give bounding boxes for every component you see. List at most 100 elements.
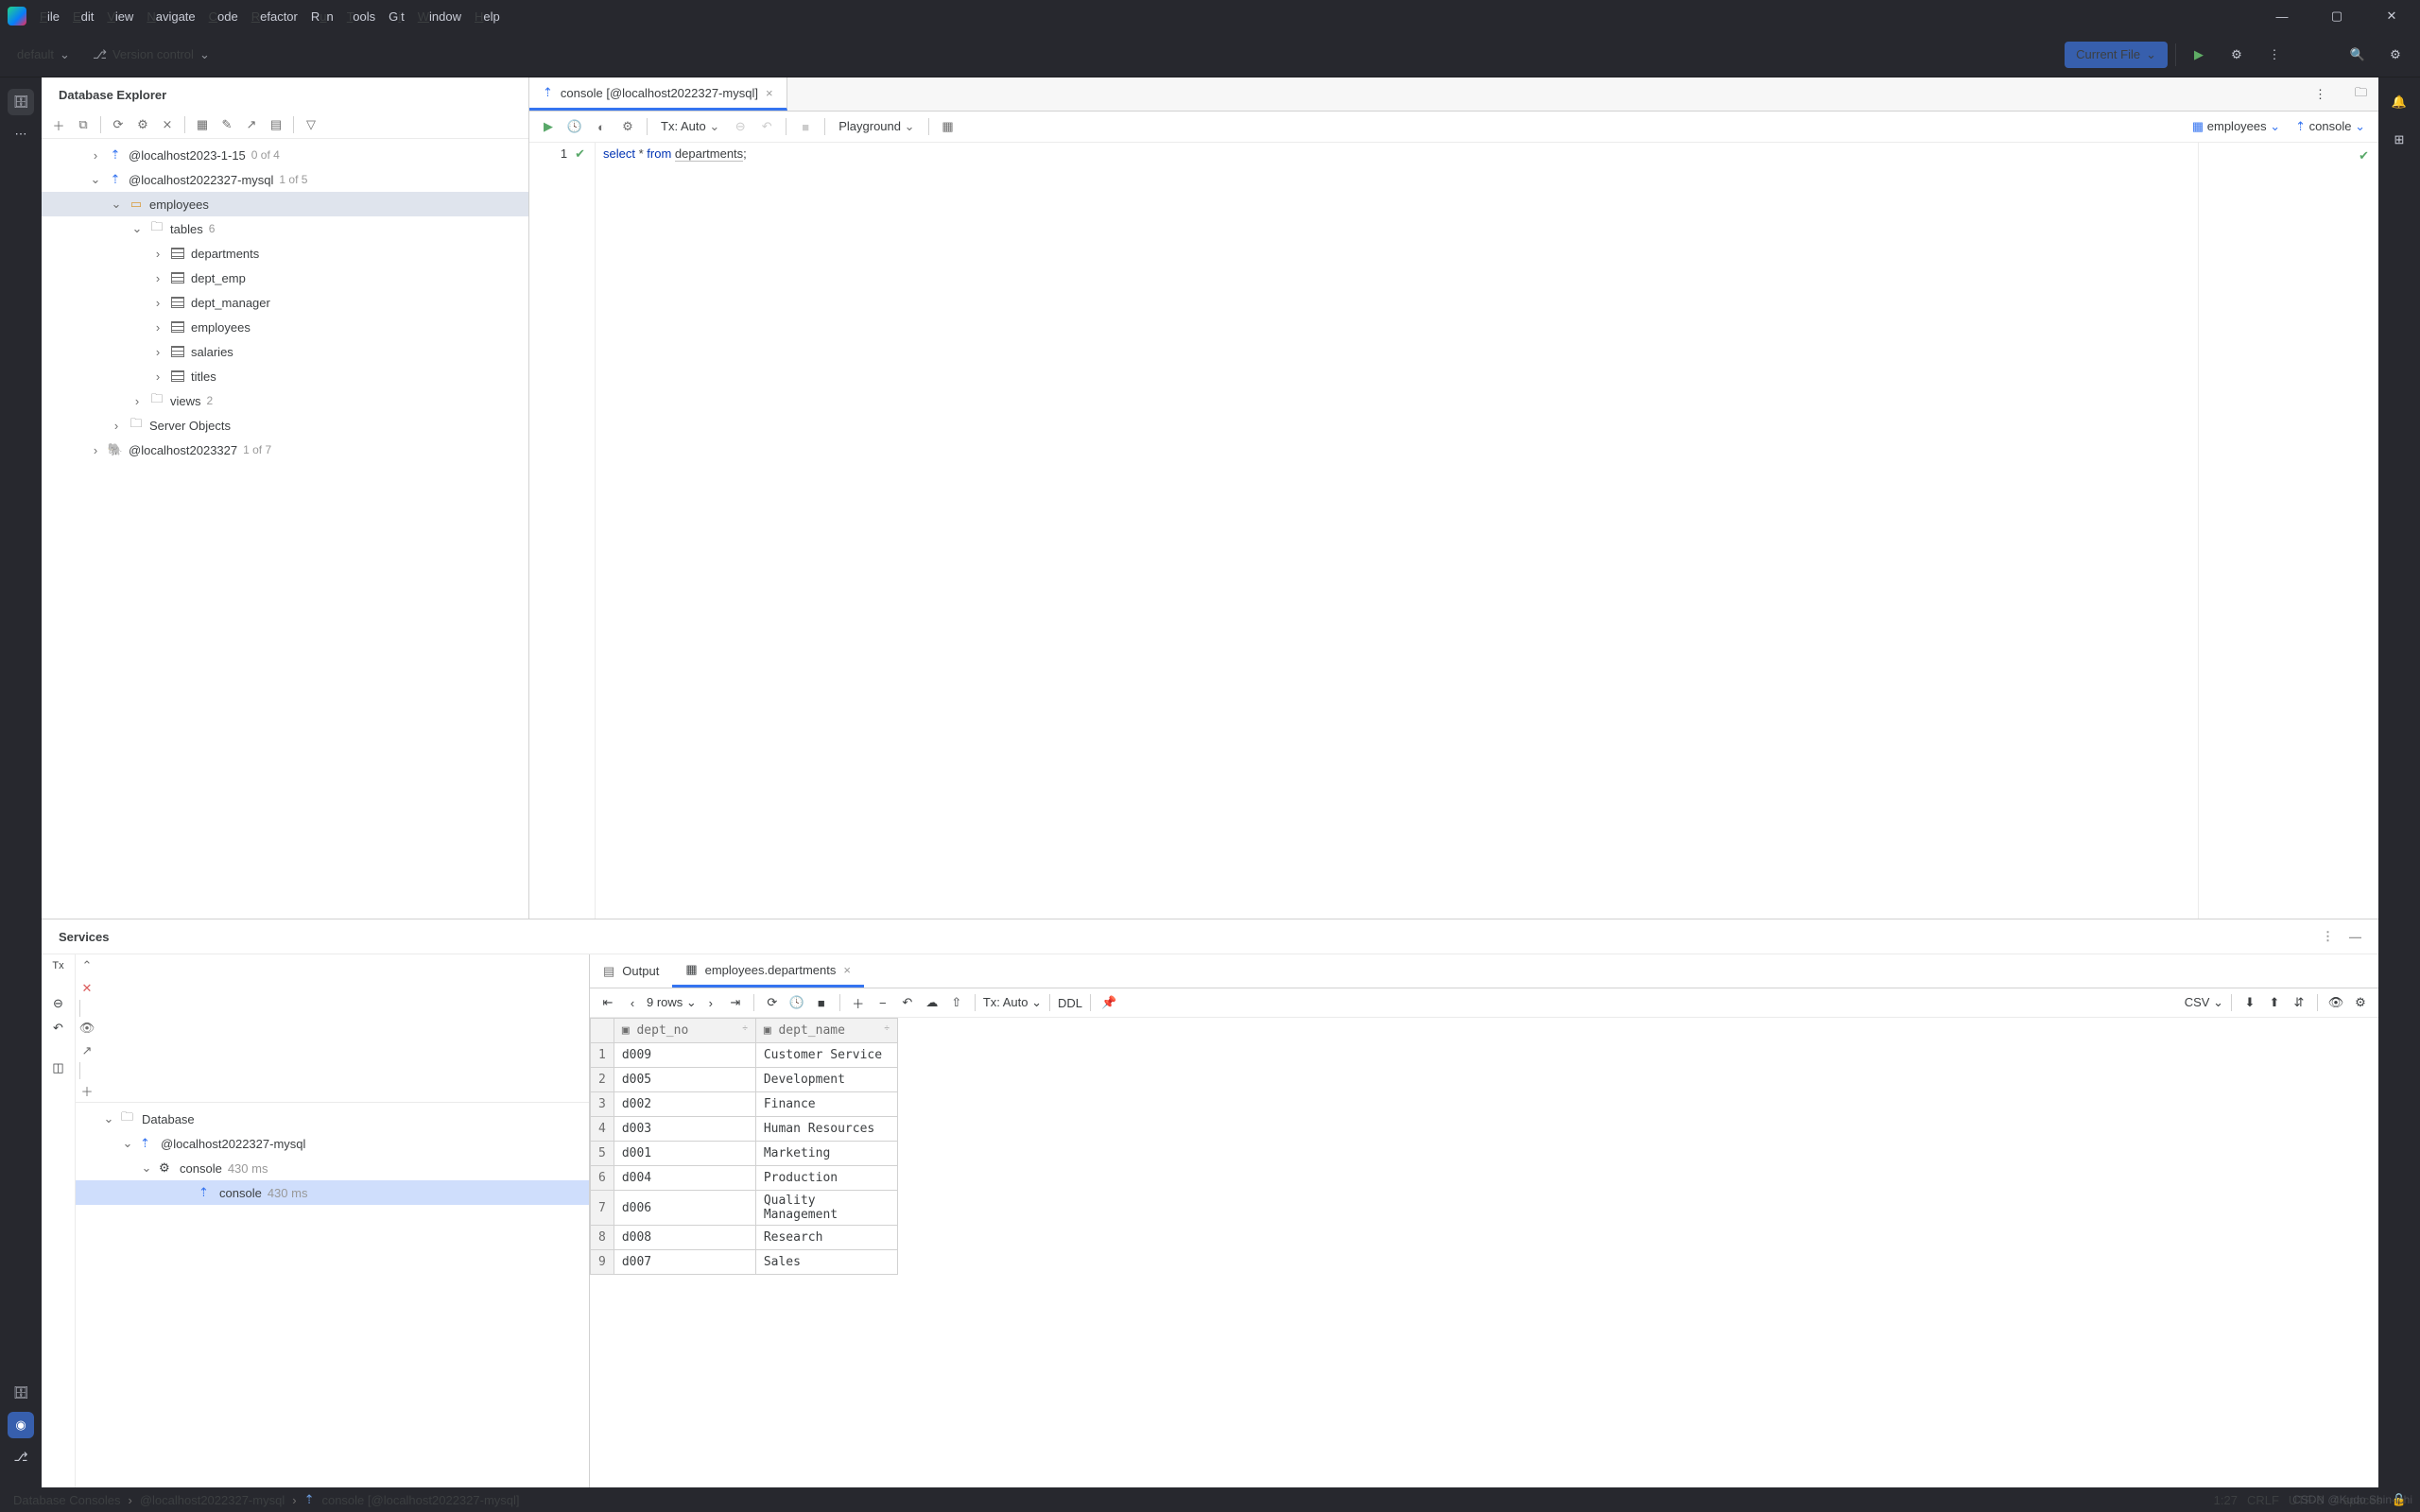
commit-button[interactable]: ⊖ bbox=[729, 115, 752, 138]
datasource-props-button[interactable]: ⚙ bbox=[131, 113, 154, 136]
tree-node[interactable]: ›titles bbox=[42, 364, 528, 388]
db-tree[interactable]: ›⇡@localhost2023-1-15 0 of 4⌄⇡@localhost… bbox=[42, 139, 528, 919]
tab-actions-icon[interactable]: ⋮ bbox=[2314, 87, 2326, 102]
breadcrumbs[interactable]: Database Consoles› @localhost2022327-mys… bbox=[13, 1492, 520, 1507]
window-maximize[interactable]: ▢ bbox=[2316, 0, 2358, 32]
menu-view[interactable]: View bbox=[107, 9, 133, 24]
tree-node[interactable]: ›🐘@localhost2023327 1 of 7 bbox=[42, 438, 528, 462]
service-node[interactable]: ⌄⚙console 430 ms bbox=[76, 1156, 589, 1180]
tree-node[interactable]: ›employees bbox=[42, 315, 528, 339]
code-editor[interactable]: select * from departments; bbox=[596, 143, 2199, 919]
download-button[interactable]: ⬇ bbox=[2239, 992, 2260, 1013]
execute-button[interactable]: ▶ bbox=[537, 115, 560, 138]
vcs-tool-button[interactable]: ⎇ bbox=[8, 1444, 34, 1470]
more-actions-button[interactable]: ⋮ bbox=[2259, 42, 2290, 68]
compare-button[interactable]: ⇵ bbox=[2289, 992, 2309, 1013]
remove-row-button[interactable]: − bbox=[873, 992, 893, 1013]
rollback-icon[interactable]: ↶ bbox=[53, 1021, 63, 1036]
tree-node[interactable]: ›dept_emp bbox=[42, 266, 528, 290]
revert-button[interactable]: ↶ bbox=[897, 992, 918, 1013]
playground-selector[interactable]: Playground ⌄ bbox=[833, 119, 920, 134]
close-tab-icon[interactable]: × bbox=[766, 86, 773, 100]
panel-options-icon[interactable]: ⋮ bbox=[2322, 929, 2334, 944]
project-selector[interactable]: default ⌄ bbox=[9, 43, 78, 66]
jump-to-console-button[interactable]: ▦ bbox=[191, 113, 214, 136]
expand-button[interactable]: ⌃ bbox=[76, 954, 98, 977]
export-format[interactable]: CSV ⌄ bbox=[2185, 995, 2223, 1010]
services-tool-button[interactable]: ◉ bbox=[8, 1412, 34, 1438]
window-minimize[interactable]: — bbox=[2261, 0, 2303, 32]
service-node[interactable]: ⌄🗀Database bbox=[76, 1107, 589, 1131]
open-button[interactable]: ↗ bbox=[76, 1040, 98, 1062]
menu-tools[interactable]: Tools bbox=[347, 9, 375, 24]
duplicate-button[interactable]: ⧉ bbox=[72, 113, 95, 136]
explain-button[interactable]: ◐ bbox=[590, 115, 613, 138]
services-tree[interactable]: ⌄🗀Database⌄⇡@localhost2022327-mysql⌄⚙con… bbox=[76, 1103, 589, 1487]
first-page-button[interactable]: ⇤ bbox=[597, 992, 618, 1013]
layout-icon[interactable]: ◫ bbox=[52, 1060, 63, 1075]
target-console[interactable]: ⇡ console ⌄ bbox=[2290, 119, 2371, 134]
switch-view-button[interactable]: ▦ bbox=[937, 115, 959, 138]
pin-button[interactable]: 📌 bbox=[1098, 992, 1119, 1013]
menu-git[interactable]: Git bbox=[389, 9, 405, 24]
last-page-button[interactable]: ⇥ bbox=[725, 992, 746, 1013]
tx-mode[interactable]: Tx: Auto ⌄ bbox=[983, 995, 1042, 1010]
cancel-button[interactable]: ■ bbox=[794, 115, 817, 138]
tree-node[interactable]: ›🗀views 2 bbox=[42, 388, 528, 413]
menu-run[interactable]: Run bbox=[311, 9, 334, 24]
rollback-button[interactable]: ↶ bbox=[755, 115, 778, 138]
tree-node[interactable]: ›dept_manager bbox=[42, 290, 528, 315]
output-tab[interactable]: ▤ Output bbox=[590, 954, 672, 988]
tree-node[interactable]: ›⇡@localhost2023-1-15 0 of 4 bbox=[42, 143, 528, 167]
debug-button[interactable]: ⚙ bbox=[2221, 42, 2252, 68]
tree-node[interactable]: ›departments bbox=[42, 241, 528, 266]
run-config-selector[interactable]: Current File ⌄ bbox=[2065, 42, 2168, 68]
history-button[interactable]: 🕓 bbox=[563, 115, 586, 138]
bookmarks-tool-button[interactable]: 🗄 bbox=[8, 1380, 34, 1406]
filter-button[interactable]: ▽ bbox=[300, 113, 322, 136]
vcs-widget[interactable]: ⎇ Version control ⌄ bbox=[85, 43, 217, 66]
pending-button[interactable]: 🕓 bbox=[786, 992, 807, 1013]
service-node[interactable]: ⌄⇡@localhost2022327-mysql bbox=[76, 1131, 589, 1156]
disconnect-button[interactable]: ⨯ bbox=[156, 113, 179, 136]
next-page-button[interactable]: › bbox=[700, 992, 721, 1013]
menu-file[interactable]: File bbox=[40, 9, 60, 24]
service-node[interactable]: ⇡console 430 ms bbox=[76, 1180, 589, 1205]
schema-scope[interactable]: ▦ employees ⌄ bbox=[2187, 119, 2286, 134]
tree-node[interactable]: ⌄▭employees bbox=[42, 192, 528, 216]
line-separator[interactable]: CRLF bbox=[2247, 1493, 2279, 1507]
tree-node[interactable]: ›🗀Server Objects bbox=[42, 413, 528, 438]
editor-tab-console[interactable]: ⇡ console [@localhost2022327-mysql] × bbox=[529, 77, 787, 111]
result-grid[interactable]: ▣ dept_no÷▣ dept_name÷1d009Customer Serv… bbox=[590, 1018, 2378, 1487]
database-tool-button[interactable]: 🗄 bbox=[8, 89, 34, 115]
settings-icon[interactable]: ⚙ bbox=[616, 115, 639, 138]
ai-assistant-button[interactable]: ⊞ bbox=[2386, 127, 2412, 153]
grid-settings-button[interactable]: ⚙ bbox=[2350, 992, 2371, 1013]
add-datasource-button[interactable]: ＋ bbox=[47, 113, 70, 136]
settings-button[interactable]: ⚙ bbox=[2380, 42, 2411, 68]
add-row-button[interactable]: ＋ bbox=[848, 992, 869, 1013]
add-button[interactable]: ＋ bbox=[76, 1079, 98, 1102]
files-icon[interactable]: 🗀 bbox=[2355, 84, 2367, 105]
tx-mode-selector[interactable]: Tx: Auto ⌄ bbox=[655, 119, 725, 134]
reload-button[interactable]: ⟳ bbox=[762, 992, 783, 1013]
view-toggle-button[interactable]: 👁 bbox=[2325, 992, 2346, 1013]
commit-icon[interactable]: ⊖ bbox=[53, 996, 63, 1011]
more-tool-button[interactable]: ⋯ bbox=[8, 121, 34, 147]
menu-code[interactable]: Code bbox=[209, 9, 238, 24]
tree-node[interactable]: ⌄🗀tables 6 bbox=[42, 216, 528, 241]
notifications-button[interactable]: 🔔 bbox=[2386, 89, 2412, 115]
run-button[interactable]: ▶ bbox=[2184, 42, 2214, 68]
menu-refactor[interactable]: Refactor bbox=[251, 9, 298, 24]
result-tab[interactable]: ▦ employees.departments × bbox=[672, 954, 864, 988]
submit-button[interactable]: ⇧ bbox=[946, 992, 967, 1013]
edit-data-button[interactable]: ✎ bbox=[216, 113, 238, 136]
menu-window[interactable]: Window bbox=[418, 9, 461, 24]
preview-button[interactable]: ☁ bbox=[922, 992, 942, 1013]
menu-edit[interactable]: Edit bbox=[73, 9, 94, 24]
upload-button[interactable]: ⬆ bbox=[2264, 992, 2285, 1013]
search-everywhere-button[interactable]: 🔍 bbox=[2342, 42, 2373, 68]
tree-node[interactable]: ›salaries bbox=[42, 339, 528, 364]
close-session-button[interactable]: ✕ bbox=[76, 977, 98, 1000]
navigation-button[interactable]: ↗ bbox=[240, 113, 263, 136]
